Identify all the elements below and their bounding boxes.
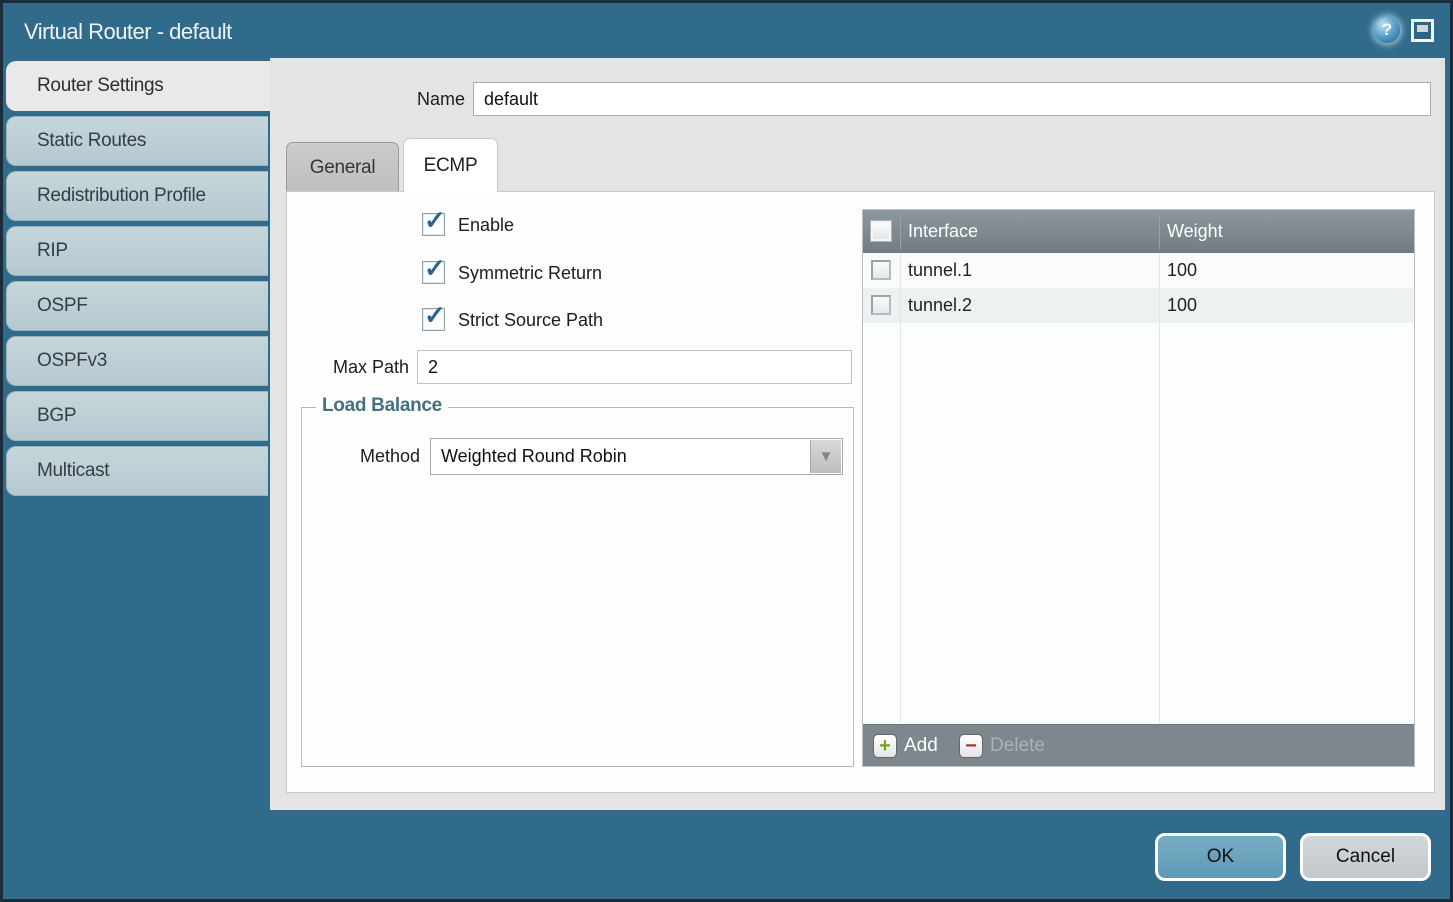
table-footer: + Add − Delete — [863, 724, 1414, 766]
strict-source-path-label: Strict Source Path — [458, 307, 603, 333]
weight-column-header: Weight — [1167, 210, 1223, 253]
symmetric-return-checkbox[interactable]: ✓ — [422, 261, 445, 284]
sidebar-item-ospfv3[interactable]: OSPFv3 — [6, 336, 268, 386]
cancel-button[interactable]: Cancel — [1300, 833, 1431, 881]
virtual-router-dialog: Virtual Router - default ? Router Settin… — [0, 0, 1453, 902]
sidebar-item-redistribution-profile[interactable]: Redistribution Profile — [6, 171, 268, 221]
check-icon: ✓ — [424, 302, 446, 328]
minus-icon: − — [959, 734, 983, 758]
interface-cell: tunnel.1 — [908, 253, 972, 288]
method-select[interactable]: Weighted Round Robin ▼ — [430, 438, 843, 475]
select-all-checkbox[interactable] — [870, 220, 892, 242]
check-icon: ✓ — [424, 207, 446, 233]
dialog-title: Virtual Router - default — [24, 6, 232, 58]
load-balance-legend: Load Balance — [316, 395, 448, 417]
weight-cell: 100 — [1167, 288, 1197, 323]
sidebar-item-ospf[interactable]: OSPF — [6, 281, 268, 331]
load-balance-fieldset: Load Balance Method Weighted Round Robin… — [301, 407, 854, 767]
method-dropdown-button[interactable]: ▼ — [810, 440, 841, 473]
ecmp-tab-panel: ✓ Enable ✓ Symmetric Return ✓ Strict Sou… — [286, 191, 1435, 793]
method-selected-value: Weighted Round Robin — [441, 439, 627, 474]
table-row-tunnel1[interactable]: tunnel.1 100 — [863, 253, 1414, 288]
table-row-tunnel2[interactable]: tunnel.2 100 — [863, 288, 1414, 323]
enable-checkbox[interactable]: ✓ — [422, 213, 445, 236]
interface-column-header: Interface — [908, 210, 978, 253]
help-icon[interactable]: ? — [1374, 17, 1400, 43]
chevron-down-icon: ▼ — [819, 448, 834, 465]
interface-table: Interface Weight tunnel.1 100 tunnel.2 1… — [862, 209, 1415, 767]
sidebar-item-static-routes[interactable]: Static Routes — [6, 116, 268, 166]
enable-label: Enable — [458, 212, 514, 238]
weight-cell: 100 — [1167, 253, 1197, 288]
sidebar-item-multicast[interactable]: Multicast — [6, 446, 268, 496]
max-path-label: Max Path — [297, 350, 409, 384]
table-header: Interface Weight — [863, 210, 1414, 253]
interface-cell: tunnel.2 — [908, 288, 972, 323]
tab-ecmp[interactable]: ECMP — [403, 138, 498, 192]
symmetric-return-label: Symmetric Return — [458, 260, 602, 286]
restore-window-icon[interactable] — [1411, 19, 1434, 42]
plus-icon: + — [873, 734, 897, 758]
content-area: Name General ECMP ✓ Enable ✓ Symmetric R… — [270, 58, 1445, 810]
sidebar: Router Settings Static Routes Redistribu… — [6, 61, 273, 501]
method-label: Method — [312, 438, 420, 474]
sidebar-item-bgp[interactable]: BGP — [6, 391, 268, 441]
row-checkbox[interactable] — [871, 295, 891, 315]
row-checkbox[interactable] — [871, 260, 891, 280]
tab-general[interactable]: General — [286, 142, 399, 191]
ok-button[interactable]: OK — [1155, 833, 1286, 881]
name-input[interactable] — [473, 82, 1431, 116]
max-path-input[interactable] — [417, 350, 852, 384]
title-bar: Virtual Router - default ? — [6, 6, 1447, 58]
sidebar-item-rip[interactable]: RIP — [6, 226, 268, 276]
check-icon: ✓ — [424, 255, 446, 281]
name-label: Name — [330, 82, 465, 116]
sidebar-item-router-settings[interactable]: Router Settings — [6, 61, 273, 111]
strict-source-path-checkbox[interactable]: ✓ — [422, 308, 445, 331]
